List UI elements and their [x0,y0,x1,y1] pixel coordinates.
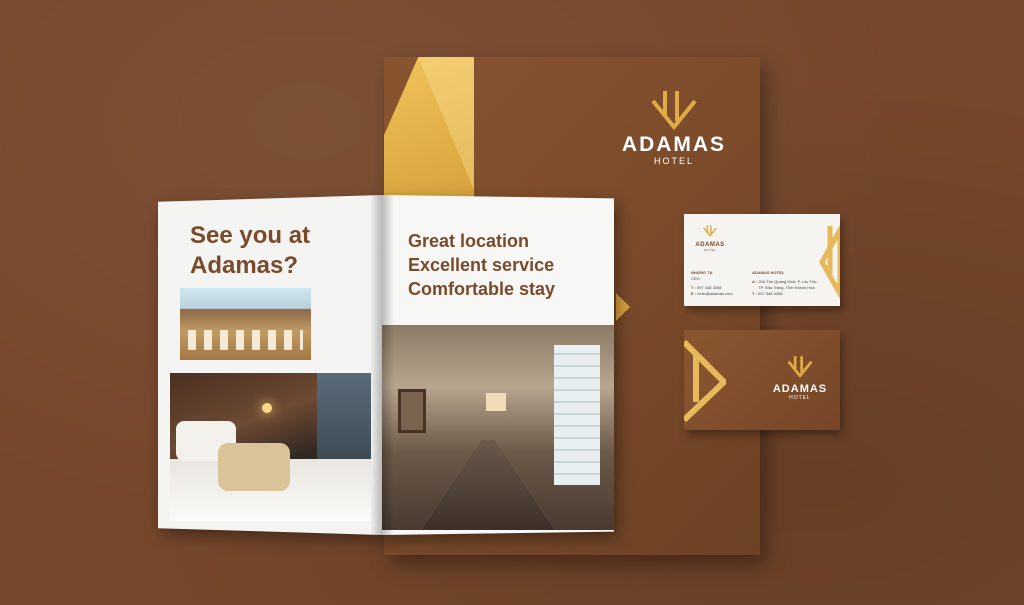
card-email-label: E : [691,291,697,296]
business-card-back: ADAMAS HOTEL [684,330,840,430]
business-card-front: ADAMAS HOTEL NHƯNG TẠ CEO T : 097 348 33… [684,214,840,306]
magazine-right-page: Great location Excellent service Comfort… [382,195,614,535]
card-company-name: ADAMAS HOTEL [752,270,785,275]
right-heading-line-3: Comfortable stay [408,279,556,299]
adamas-logo-icon [703,225,717,237]
corridor-photo [382,325,614,530]
folder-gold-tab [616,293,630,321]
card-company-info: ADAMAS HOTEL A : 20A Tôn Quang Khải, P. … [752,270,817,297]
bedroom-lamp [262,403,272,413]
gold-pillow [218,443,290,491]
card-back-logo: ADAMAS HOTEL [770,354,830,401]
gold-emblem-icon [819,224,840,298]
card-address-line-1: 20A Tôn Quang Khải, P. Lộc Thọ, [758,279,818,284]
adamas-logo-icon [787,356,813,378]
adamas-logo-icon [651,91,697,131]
restaurant-tables [188,330,303,350]
bedroom-window [317,373,371,463]
folder-logo-name: ADAMAS [621,133,727,156]
card-phone-label: T : [691,285,696,290]
wall-frame [398,389,426,433]
folder-logo: ADAMAS HOTEL [609,87,739,166]
open-magazine: See you at Adamas? Great location Excell… [158,195,614,535]
card-back-logo-sub: HOTEL [789,395,811,401]
folder-logo-sub: HOTEL [653,156,694,166]
card-back-logo-name: ADAMAS [772,383,828,395]
card-email: hello@adamas.com [697,291,733,296]
restaurant-photo [180,288,311,360]
corridor-light [486,393,506,411]
left-heading-line-1: See you at [190,222,311,249]
card-address-label: A : [752,279,758,284]
card-person-name: NHƯNG TẠ [691,270,713,275]
right-page-heading: Great location Excellent service Comfort… [408,229,555,301]
magazine-gutter [370,195,394,535]
right-heading-line-2: Excellent service [408,255,555,275]
right-heading-line-1: Great location [408,231,530,251]
card-person-title: CEO [691,276,700,281]
card-company-phone-label: T : [752,291,757,296]
card-phone: 097 348 3398 [697,285,722,290]
card-person-info: NHƯNG TẠ CEO T : 097 348 3398 E : hello@… [691,270,733,297]
card-company-phone: 097 348 3398 [758,291,783,296]
left-heading-line-2: Adamas? [190,252,299,279]
card-front-logo-sub: HOTEL [703,248,717,252]
glass-block-wall [554,345,600,485]
corridor-floor [422,440,554,530]
magazine-left-page: See you at Adamas? [158,195,382,535]
gold-emblem-icon [684,339,726,422]
bedroom-photo [170,373,371,521]
left-page-heading: See you at Adamas? [190,221,310,281]
card-front-logo: ADAMAS HOTEL [690,224,730,252]
